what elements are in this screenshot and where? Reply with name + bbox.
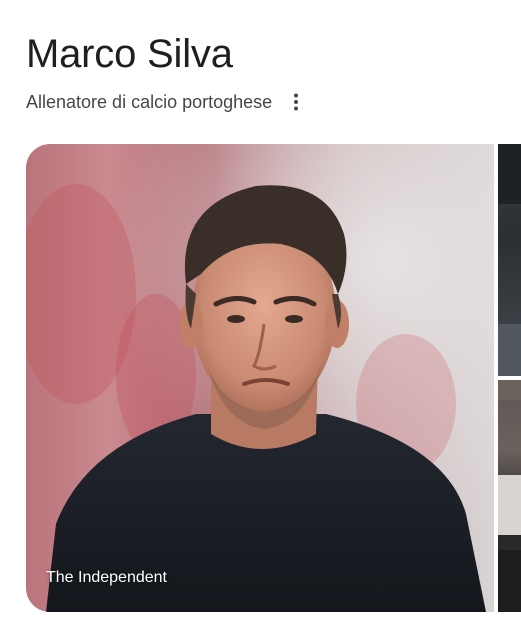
- image-source-label: The Independent: [46, 569, 167, 586]
- entity-subtitle: Allenatore di calcio portoghese: [26, 92, 273, 112]
- portrait-photo: [26, 144, 494, 612]
- more-vert-icon: [294, 93, 299, 111]
- main-image[interactable]: The Independent: [26, 144, 494, 612]
- entity-subtitle-row: Allenatore di calcio portoghese: [26, 89, 306, 115]
- more-options-button[interactable]: [286, 89, 306, 115]
- side-image-thumbnail-2[interactable]: [498, 380, 521, 612]
- side-image-thumbnail-1[interactable]: [498, 144, 521, 376]
- entity-title: Marco Silva: [26, 32, 233, 76]
